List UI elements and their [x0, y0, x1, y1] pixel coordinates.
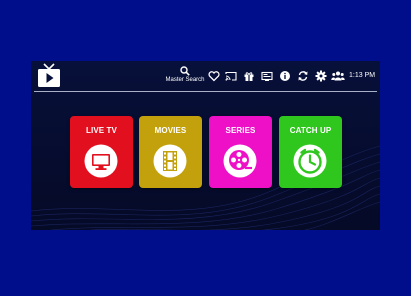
tile-catch-up[interactable]: CATCH UP: [279, 116, 342, 188]
master-search-label: Master Search: [165, 77, 205, 83]
tile-series[interactable]: SERIES: [209, 116, 272, 188]
top-bar: Master Search 1:13 PM: [31, 61, 380, 91]
info-icon[interactable]: [279, 70, 291, 82]
tile-label: MOVIES: [154, 126, 187, 135]
film-icon: [153, 144, 187, 178]
clock-icon: [293, 144, 327, 178]
tile-label: LIVE TV: [86, 126, 117, 135]
tile-label: SERIES: [225, 126, 256, 135]
header-divider: [34, 91, 377, 92]
tv-guide-icon[interactable]: [261, 70, 273, 82]
monitor-icon: [84, 144, 118, 178]
search-icon: [180, 66, 190, 76]
tile-live-tv[interactable]: LIVE TV: [70, 116, 133, 188]
master-search-button[interactable]: Master Search: [163, 66, 207, 88]
app-logo: [35, 62, 63, 90]
app-screen: Master Search 1:13 PM LIVE TV MOVIES SER…: [31, 61, 380, 230]
film-reel-icon: [223, 144, 257, 178]
refresh-icon[interactable]: [297, 70, 309, 82]
clock-time: 1:13 PM: [349, 72, 376, 79]
cast-icon[interactable]: [225, 70, 237, 82]
heart-icon[interactable]: [208, 70, 220, 82]
users-icon[interactable]: [331, 70, 345, 82]
tile-movies[interactable]: MOVIES: [139, 116, 202, 188]
gear-icon[interactable]: [315, 70, 327, 82]
tile-label: CATCH UP: [289, 126, 332, 135]
gift-icon[interactable]: [243, 70, 255, 82]
